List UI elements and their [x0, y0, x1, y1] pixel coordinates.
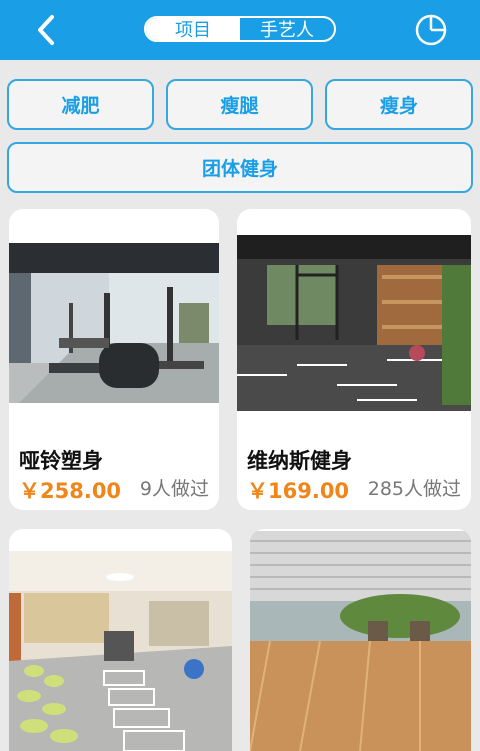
- gym-photo: [237, 235, 471, 411]
- item-card-fourth[interactable]: [250, 529, 471, 751]
- gym-photo: [250, 531, 471, 751]
- category-slim-body[interactable]: 瘦身: [325, 79, 473, 130]
- category-lose-weight[interactable]: 减肥: [7, 79, 154, 130]
- app-header: 项目 手艺人: [0, 0, 480, 60]
- item-card-dumbbell[interactable]: 哑铃塑身 ￥258.00 9人做过: [9, 209, 219, 510]
- category-slim-legs[interactable]: 瘦腿: [166, 79, 313, 130]
- gym-photo: [9, 551, 232, 751]
- gym-photo: [9, 243, 219, 403]
- segmented-control: 项目 手艺人: [144, 16, 336, 42]
- back-icon[interactable]: [30, 12, 66, 48]
- item-title: 维纳斯健身: [247, 449, 352, 473]
- item-card-third[interactable]: [9, 529, 232, 751]
- item-card-venus[interactable]: 维纳斯健身 ￥169.00 285人做过: [237, 209, 471, 510]
- item-price: ￥169.00: [247, 479, 350, 503]
- item-title: 哑铃塑身: [19, 449, 103, 473]
- item-price: ￥258.00: [19, 479, 122, 503]
- item-count: 285人做过: [367, 478, 461, 500]
- category-group-fitness[interactable]: 团体健身: [7, 142, 473, 193]
- pie-chart-icon[interactable]: [414, 13, 448, 47]
- tab-artisans[interactable]: 手艺人: [240, 18, 334, 40]
- item-count: 9人做过: [139, 478, 209, 500]
- tab-projects[interactable]: 项目: [146, 18, 240, 40]
